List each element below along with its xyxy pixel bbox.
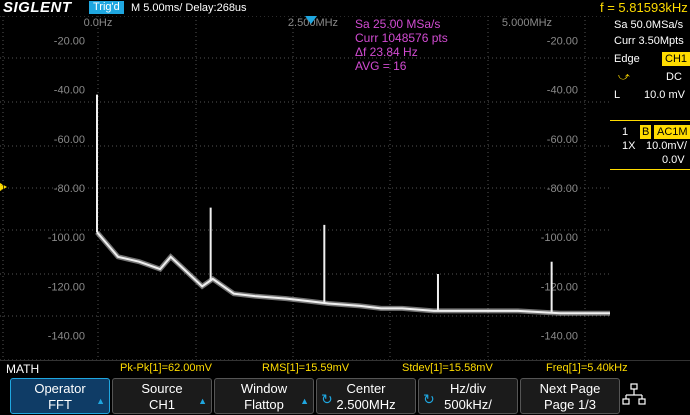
- measurement-bar: MATH Pk-Pk[1]=62.00mV RMS[1]=15.59mV Std…: [0, 360, 690, 377]
- softkey-bar: Operator FFT ▲ Source CH1 ▲ Window Flatt…: [0, 376, 690, 414]
- fft-display[interactable]: -20.00 -40.00 -60.00 -80.00 -100.00 -120.00 -1…: [0, 16, 610, 360]
- y-tick-label-right: -60.00: [547, 134, 578, 146]
- fft-info-line: Curr 1048576 pts: [355, 31, 448, 45]
- fft-info-line: Sa 25.00 MSa/s: [355, 17, 440, 31]
- center-softkey[interactable]: ↻ Center 2.500MHz: [316, 378, 416, 414]
- source-label: Source: [141, 381, 183, 396]
- trigger-source: CH1: [662, 52, 690, 66]
- trigger-level-label: L: [614, 89, 621, 101]
- page-indicator: Page 1/3: [543, 397, 597, 412]
- svg-text:1: 1: [1, 183, 6, 192]
- y-tick-label: -20.00: [54, 36, 85, 48]
- y-tick-label: -60.00: [54, 134, 85, 146]
- x-tick-labels: 0.0Hz 2.500MHz 5.000MHz: [84, 17, 552, 29]
- hz-div-softkey[interactable]: ↻ Hz/div 500kHz/: [418, 378, 518, 414]
- trigger-status-badge: Trig'd: [89, 1, 124, 14]
- channel1-panel[interactable]: 1 B AC1M 1X 10.0mV/ 0.0V: [610, 120, 690, 170]
- y-tick-label: -140.00: [48, 330, 85, 342]
- arrow-up-icon: ▲: [96, 396, 105, 406]
- y-tick-label: -100.00: [48, 232, 85, 244]
- y-tick-label-right: -40.00: [547, 85, 578, 97]
- fft-info-line: Δf 23.84 Hz: [355, 45, 418, 59]
- arrow-up-icon: ▲: [198, 396, 207, 406]
- volts-per-div: 10.0mV/: [646, 140, 687, 152]
- channel-number: 1: [622, 126, 629, 138]
- x-tick-label: 0.0Hz: [84, 17, 113, 29]
- next-page-label: Next Page: [539, 381, 601, 396]
- y-tick-label-right: -100.00: [541, 232, 578, 244]
- window-softkey[interactable]: Window Flattop ▲: [214, 378, 314, 414]
- source-value: CH1: [148, 397, 175, 412]
- window-label: Window: [240, 381, 288, 396]
- fft-info-line: AVG = 16: [355, 59, 407, 73]
- math-label: MATH: [6, 362, 40, 376]
- source-softkey[interactable]: Source CH1 ▲: [112, 378, 212, 414]
- operator-label: Operator: [34, 381, 86, 396]
- trigger-type: Edge: [614, 53, 640, 65]
- arrow-up-icon: ▲: [300, 396, 309, 406]
- channel-coupling: AC1M: [654, 125, 690, 139]
- knob-icon: ↻: [423, 391, 435, 407]
- top-status-bar: SIGLENT Trig'd M 5.00ms/ Delay:268us f =…: [0, 0, 690, 16]
- trigger-level-value: 10.0 mV: [644, 89, 685, 101]
- y-tick-label-right: -120.00: [541, 281, 578, 293]
- fft-trace: [96, 231, 610, 315]
- measurement-freq: Freq[1]=5.40kHz: [546, 362, 628, 374]
- frequency-counter: f = 5.81593kHz: [600, 0, 688, 15]
- channel-offset: 0.0V: [662, 154, 685, 166]
- next-page-softkey[interactable]: Next Page Page 1/3: [520, 378, 620, 414]
- y-tick-labels-right: -20.00 -40.00 -60.00 -80.00 -100.00 -120.00 -1…: [541, 36, 578, 343]
- fft-info-block: Sa 25.00 MSa/sCurr 1048576 ptsΔf 23.84 H…: [355, 17, 448, 73]
- sample-rate: Sa 50.0MSa/s: [614, 19, 684, 31]
- right-info-panel: Sa 50.0MSa/s Curr 3.50Mpts Edge CH1 ⤻ DC…: [610, 16, 690, 360]
- brand-logo: SIGLENT: [3, 0, 72, 16]
- memory-depth: Curr 3.50Mpts: [614, 35, 684, 47]
- y-tick-label-right: -140.00: [541, 330, 578, 342]
- operator-value: FFT: [48, 397, 72, 412]
- operator-softkey[interactable]: Operator FFT ▲: [10, 378, 110, 414]
- y-tick-label: -80.00: [54, 183, 85, 195]
- measurement-stdev: Stdev[1]=15.58mV: [402, 362, 493, 374]
- window-value: Flattop: [244, 397, 284, 412]
- fft-trace-band: [95, 230, 610, 316]
- knob-icon: ↻: [321, 391, 333, 407]
- measurement-pkpk: Pk-Pk[1]=62.00mV: [120, 362, 213, 374]
- timebase-readout: M 5.00ms/ Delay:268us: [131, 2, 247, 14]
- bandwidth-limit-badge: B: [640, 125, 652, 139]
- rising-edge-icon: ⤻: [618, 71, 630, 83]
- network-icon: [622, 382, 646, 410]
- y-tick-label: -40.00: [54, 85, 85, 97]
- fft-peaks: [96, 94, 553, 313]
- y-tick-label: -120.00: [48, 281, 85, 293]
- x-tick-label: 5.000MHz: [502, 17, 552, 29]
- y-tick-label-right: -20.00: [547, 36, 578, 48]
- grid-lines: [0, 16, 610, 360]
- y-tick-labels-left: -20.00 -40.00 -60.00 -80.00 -100.00 -120.00 -1…: [48, 36, 85, 343]
- probe-factor: 1X: [622, 140, 636, 152]
- y-tick-label-right: -80.00: [547, 183, 578, 195]
- trigger-coupling: DC: [666, 71, 682, 83]
- ref-marker[interactable]: 1: [0, 183, 7, 192]
- measurement-rms: RMS[1]=15.59mV: [262, 362, 350, 374]
